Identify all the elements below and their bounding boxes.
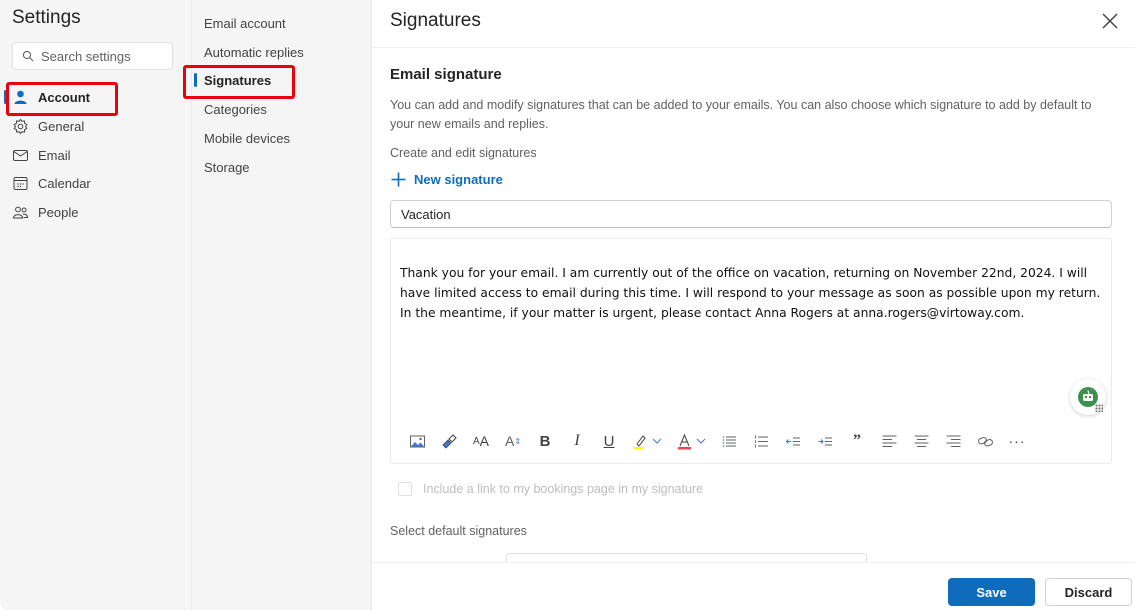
decrease-indent-icon[interactable] [777, 429, 809, 453]
font-size-icon[interactable]: AA [465, 429, 497, 453]
footer: Save Discard [372, 562, 1135, 610]
new-signature-label: New signature [414, 172, 503, 187]
copilot-button[interactable] [1070, 379, 1106, 415]
bullets-icon[interactable] [713, 429, 745, 453]
highlight-icon[interactable] [625, 429, 669, 453]
page-title: Signatures [390, 10, 481, 31]
subnav-item-categories[interactable]: Categories [204, 97, 267, 121]
grip-icon [1095, 404, 1103, 412]
nav-item-label: Account [38, 89, 90, 105]
format-painter-icon[interactable] [433, 429, 465, 453]
person-icon [14, 90, 27, 104]
insert-picture-icon[interactable] [401, 429, 433, 453]
search-icon [22, 50, 34, 62]
bookings-checkbox[interactable] [398, 482, 412, 496]
gear-icon [13, 118, 28, 134]
search-box[interactable] [12, 42, 173, 70]
italic-icon[interactable]: I [561, 429, 593, 453]
section-description: You can add and modify signatures that c… [390, 98, 1092, 131]
link-icon[interactable] [969, 429, 1001, 453]
nav-item-label: Email [38, 147, 71, 163]
subnav-item-signatures[interactable]: Signatures [204, 68, 271, 92]
nav-item-email[interactable]: Email [12, 142, 71, 168]
align-center-icon[interactable] [905, 429, 937, 453]
create-edit-label: Create and edit signatures [390, 146, 537, 160]
nav-item-general[interactable]: General [12, 113, 84, 139]
increase-indent-icon[interactable] [809, 429, 841, 453]
font-color-icon[interactable] [669, 429, 713, 453]
nav-item-calendar[interactable]: Calendar [12, 170, 91, 196]
nav-item-label: Calendar [38, 175, 91, 191]
subnav-item-mobile-devices[interactable]: Mobile devices [204, 126, 290, 150]
nav-item-label: General [38, 118, 85, 134]
signatures-pane: Signatures Email signature You can add a… [372, 0, 1135, 610]
nav-item-label: People [38, 204, 79, 220]
new-signature-button[interactable]: New signature [390, 171, 503, 188]
calendar-icon [13, 176, 28, 190]
bold-icon[interactable]: B [529, 429, 561, 453]
format-toolbar: AA A ⇕ B I U ” ··· [401, 429, 1033, 453]
pane-header: Signatures [372, 0, 1135, 48]
signature-editor[interactable]: Thank you for your email. I am currently… [390, 238, 1112, 464]
nav-item-account[interactable]: Account [12, 84, 90, 110]
mail-icon [13, 149, 28, 161]
people-icon [12, 206, 29, 218]
quote-icon[interactable]: ” [841, 429, 873, 453]
search-input[interactable] [41, 48, 161, 64]
bookings-link-option[interactable]: Include a link to my bookings page in my… [398, 482, 703, 496]
account-subnav: Email account Automatic replies Signatur… [183, 0, 372, 610]
underline-icon[interactable]: U [593, 429, 625, 453]
section-title: Email signature [390, 66, 502, 83]
active-indicator [4, 90, 7, 104]
bookings-checkbox-label: Include a link to my bookings page in my… [423, 482, 704, 496]
align-right-icon[interactable] [937, 429, 969, 453]
close-icon[interactable] [1101, 12, 1119, 30]
discard-button[interactable]: Discard [1045, 578, 1132, 606]
settings-title: Settings [12, 7, 81, 28]
settings-nav: Settings Account General Email Calendar … [0, 0, 191, 610]
numbering-icon[interactable] [745, 429, 777, 453]
signature-body[interactable]: Thank you for your email. I am currently… [400, 263, 1110, 323]
plus-icon [391, 172, 406, 187]
nav-item-people[interactable]: People [12, 199, 78, 225]
more-options-icon[interactable]: ··· [1001, 429, 1033, 453]
signature-name-input[interactable] [390, 200, 1112, 228]
default-signatures-label: Select default signatures [390, 524, 527, 538]
subnav-item-email-account[interactable]: Email account [204, 11, 286, 35]
save-button[interactable]: Save [948, 578, 1035, 606]
align-left-icon[interactable] [873, 429, 905, 453]
superscript-icon[interactable]: A ⇕ [497, 429, 529, 453]
subnav-item-automatic-replies[interactable]: Automatic replies [204, 40, 304, 64]
subnav-item-storage[interactable]: Storage [204, 155, 250, 179]
active-indicator [194, 73, 197, 87]
